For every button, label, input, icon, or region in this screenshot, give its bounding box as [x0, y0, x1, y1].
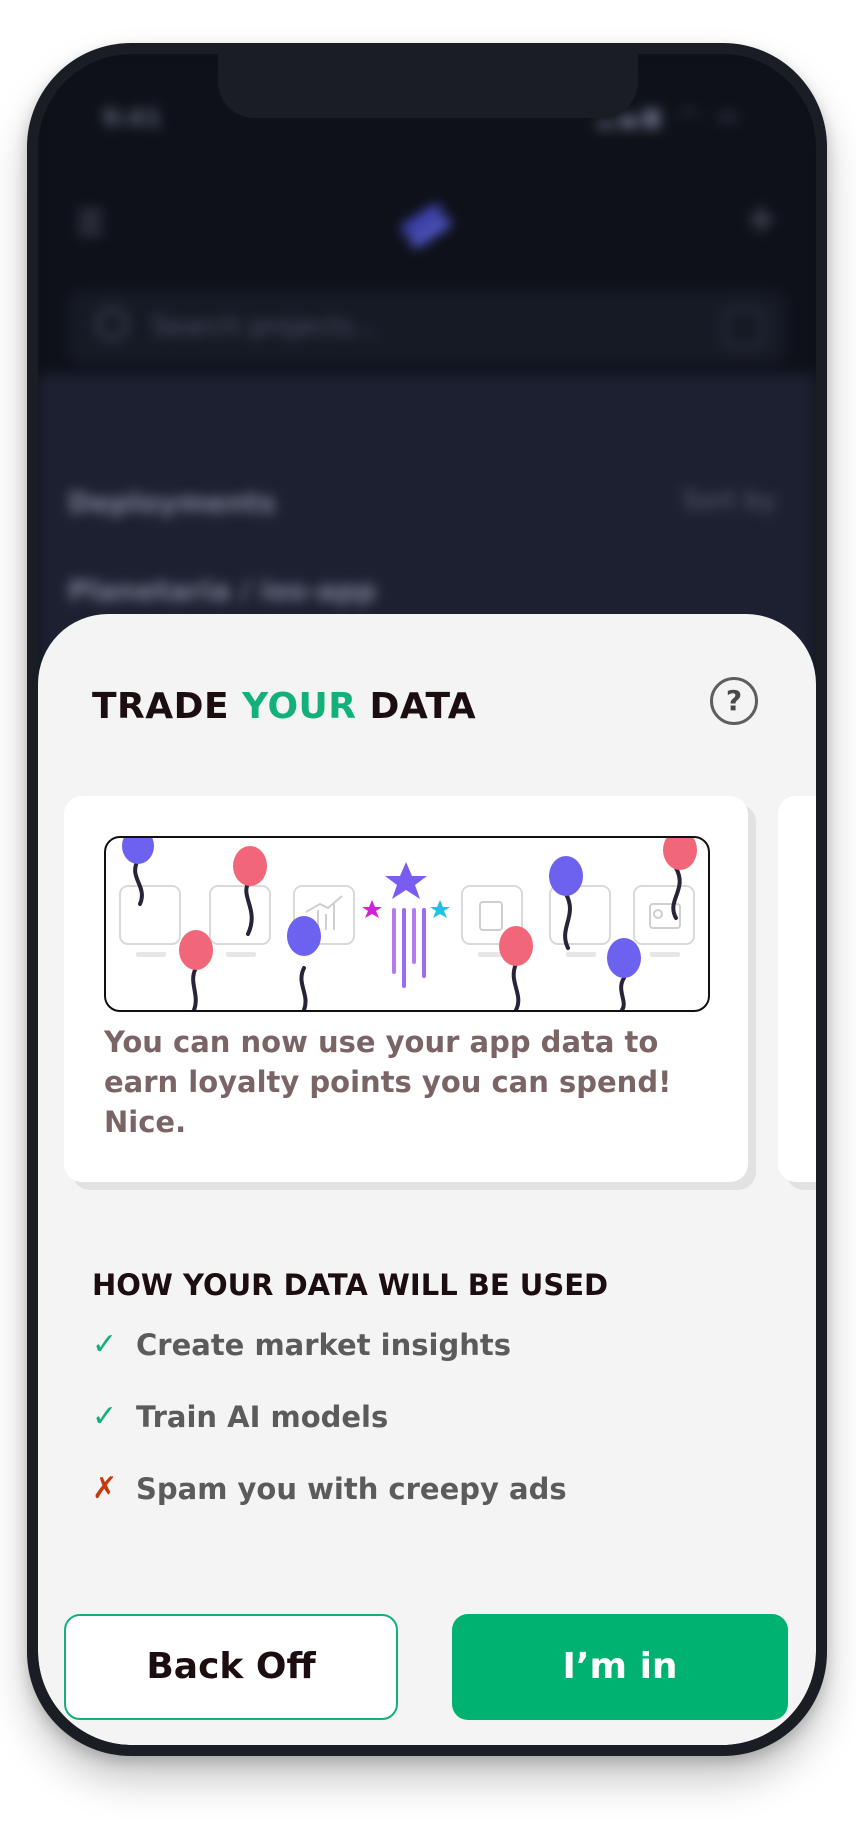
- app-tile: [549, 885, 611, 945]
- trade-data-sheet: TRADE YOUR DATA ? You can now use your a…: [38, 614, 816, 1745]
- card-description: You can now use your app data to earn lo…: [104, 1025, 672, 1139]
- back-off-button[interactable]: Back Off: [64, 1614, 398, 1720]
- search-icon: [96, 308, 128, 340]
- project-breadcrumb[interactable]: Planetaria / ios-app: [68, 574, 376, 607]
- sort-button[interactable]: Sort by: [683, 486, 776, 516]
- app-tile: [209, 885, 271, 945]
- app-logo-icon: [400, 204, 452, 248]
- shortcut-icon: [724, 308, 764, 348]
- status-time: 9:41: [102, 104, 162, 132]
- section-title: Deployments: [68, 486, 276, 519]
- next-card-peek[interactable]: [778, 796, 816, 1182]
- phone-notch: [218, 54, 638, 118]
- sheet-title: TRADE YOUR DATA: [92, 686, 476, 727]
- title-accent: YOUR: [242, 686, 357, 727]
- title-prefix: TRADE: [92, 686, 243, 727]
- app-tile: [633, 885, 695, 945]
- usage-item-label: Train AI models: [136, 1400, 389, 1434]
- search-placeholder: Search projects...: [152, 312, 379, 342]
- title-suffix: DATA: [356, 686, 477, 727]
- help-button[interactable]: ?: [710, 677, 758, 725]
- search-bar[interactable]: Search projects...: [68, 290, 786, 364]
- celebration-illustration: [104, 836, 710, 1012]
- usage-item-label: Create market insights: [136, 1328, 511, 1362]
- check-icon: ✓: [92, 1399, 118, 1434]
- phone-screen: 9:41 ▂▄▆ ◠ ▭ ☰ + Search projects... Depl…: [38, 54, 816, 1745]
- usage-item-label: Spam you with creepy ads: [136, 1472, 567, 1506]
- add-icon[interactable]: +: [744, 196, 778, 242]
- phone-frame: 9:41 ▂▄▆ ◠ ▭ ☰ + Search projects... Depl…: [27, 43, 827, 1756]
- check-icon: ✓: [92, 1327, 118, 1362]
- usage-heading: HOW YOUR DATA WILL BE USED: [92, 1268, 609, 1302]
- cross-icon: ✗: [92, 1471, 118, 1506]
- star-burst-icon: [362, 862, 450, 988]
- menu-icon[interactable]: ☰: [76, 204, 105, 242]
- im-in-button[interactable]: I’m in: [452, 1614, 788, 1720]
- app-tile: [119, 885, 181, 945]
- info-card: You can now use your app data to earn lo…: [64, 796, 748, 1182]
